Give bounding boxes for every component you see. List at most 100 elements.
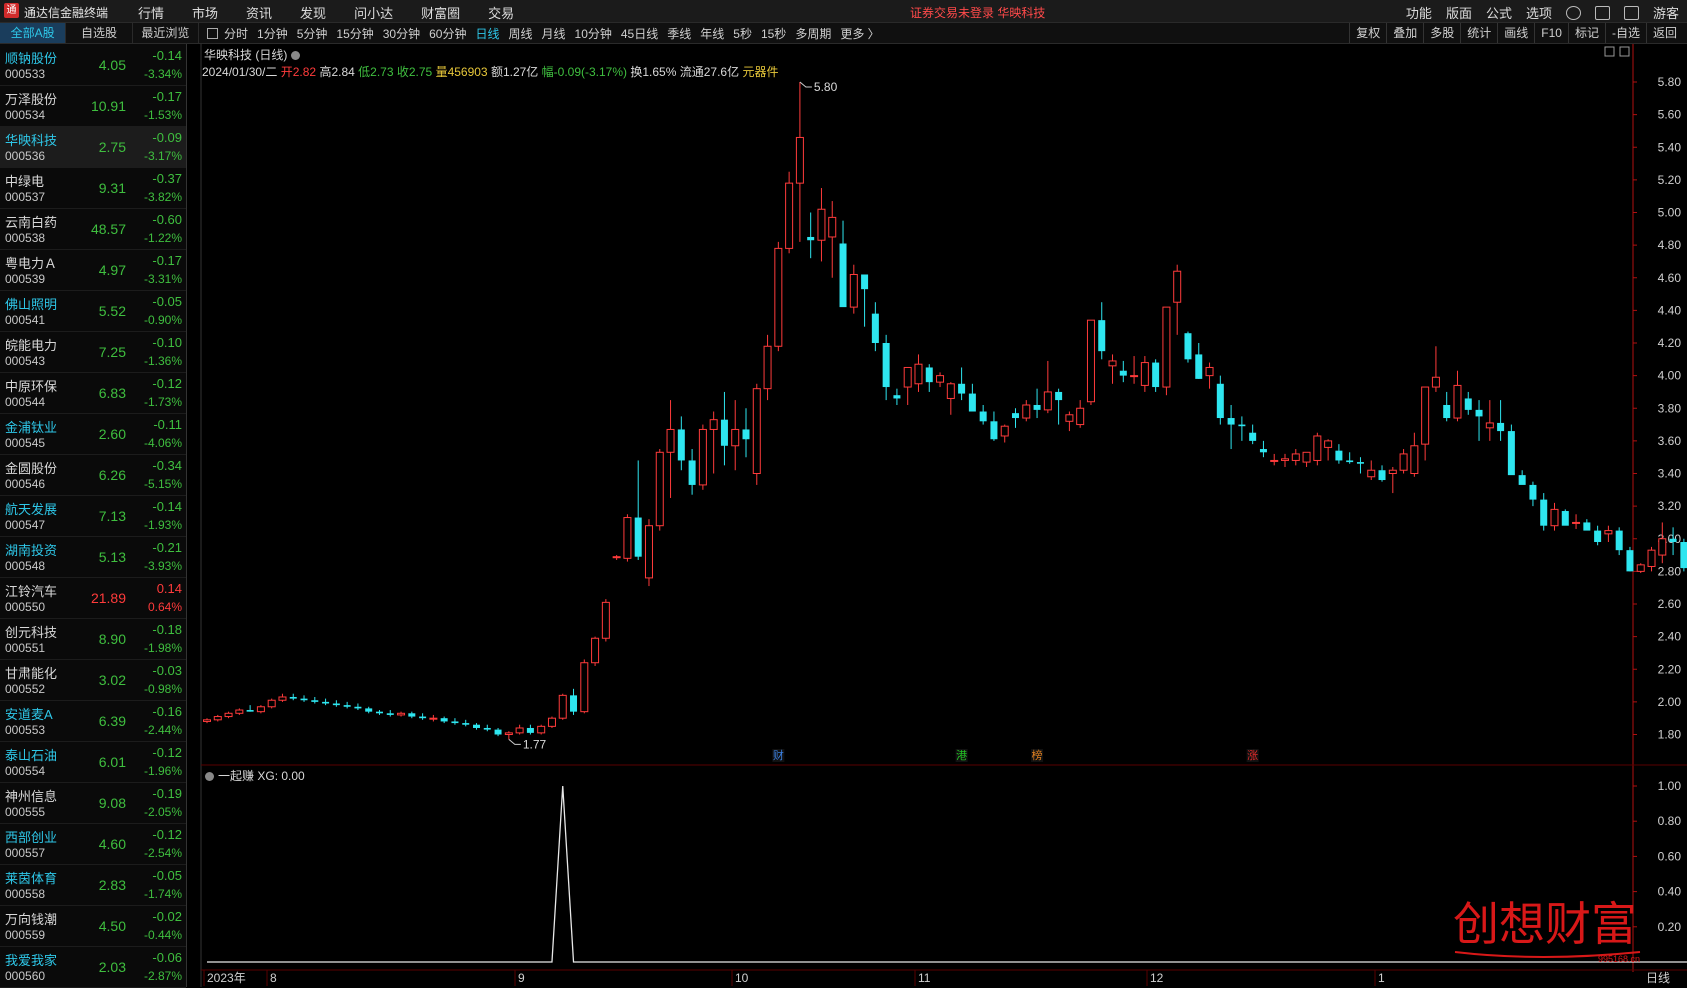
candle-body: [1238, 424, 1246, 427]
candle-body: [1313, 435, 1322, 461]
candle-body: [601, 601, 610, 639]
candle-body: [1012, 413, 1019, 419]
candle-body: [612, 556, 621, 559]
candle-body: [795, 136, 804, 184]
candle-body: [235, 709, 244, 714]
candle-body: [1291, 453, 1300, 461]
candle-body: [1259, 449, 1267, 453]
candle-body: [203, 719, 211, 722]
candle-body: [1669, 538, 1677, 543]
candle-body: [570, 695, 578, 712]
candle-body: [644, 525, 653, 579]
indicator-tick-label: 0.80: [1658, 814, 1682, 828]
candle-body: [1518, 475, 1526, 485]
candle-body: [1572, 521, 1581, 524]
candle-body: [1615, 530, 1623, 551]
price-tick-label: 3.60: [1658, 434, 1682, 448]
candle-body: [1485, 422, 1494, 429]
candle-body: [386, 713, 394, 715]
candle-body: [839, 243, 847, 308]
candle-body: [1324, 440, 1333, 448]
candle-body: [1227, 418, 1235, 425]
max-price-label: 5.80: [814, 80, 838, 94]
candle-body: [763, 345, 772, 390]
candle-body: [720, 419, 728, 446]
candle-body: [1475, 409, 1483, 417]
candle-body: [709, 419, 718, 430]
price-tick-label: 4.80: [1658, 238, 1682, 252]
candle-body: [1410, 445, 1419, 474]
max-arrow: [799, 81, 812, 88]
candle-body: [1152, 362, 1160, 388]
candle-body: [504, 732, 513, 736]
candle-body: [224, 712, 233, 718]
candle-body: [1302, 451, 1311, 463]
price-tick-label: 5.00: [1658, 206, 1682, 220]
candle-body: [1680, 542, 1687, 569]
candle-body: [1388, 469, 1397, 474]
candle-body: [289, 696, 297, 699]
x-axis-label: 8: [270, 971, 277, 985]
candle-body: [462, 723, 470, 725]
candle-body: [1604, 530, 1613, 535]
candle-body: [1583, 522, 1591, 531]
candle-body: [547, 717, 556, 727]
candle-body: [429, 717, 438, 720]
candle-body: [1636, 564, 1645, 572]
candle-body: [1076, 407, 1085, 426]
candle-body: [1098, 320, 1106, 352]
candle-body: [483, 727, 491, 730]
candle-body: [1464, 398, 1472, 410]
min-price-label: 1.77: [523, 737, 547, 751]
price-tick-label: 3.20: [1658, 499, 1682, 513]
price-tick-label: 4.00: [1658, 369, 1682, 383]
candle-body: [1249, 432, 1257, 441]
x-axis-label: 9: [518, 971, 525, 985]
candle-body: [1184, 333, 1192, 360]
candle-body: [882, 343, 890, 388]
candle-body: [311, 700, 319, 702]
candle-body: [677, 429, 685, 461]
candle-body: [785, 182, 794, 249]
candle-body: [893, 395, 901, 399]
candle-body: [473, 724, 480, 728]
candle-body: [1399, 453, 1408, 471]
candle-body: [1550, 508, 1559, 527]
candle-body: [1594, 530, 1602, 543]
candle-body: [300, 698, 308, 701]
candle-body: [1140, 362, 1149, 386]
x-axis-label: 12: [1150, 971, 1164, 985]
candle-body: [1055, 391, 1063, 401]
candle-body: [1647, 549, 1656, 567]
candle-body: [451, 721, 459, 724]
x-axis-label: 2023年: [207, 971, 246, 985]
candle-body: [354, 706, 362, 709]
price-tick-label: 1.80: [1658, 728, 1682, 742]
candle-body: [1086, 319, 1095, 403]
price-tick-label: 4.20: [1658, 336, 1682, 350]
candle-body: [698, 428, 707, 486]
candle-body: [397, 712, 406, 716]
candle-body: [807, 236, 815, 241]
candle-body: [1378, 470, 1386, 481]
period-label: 日线: [1646, 971, 1670, 985]
candle-body: [1195, 354, 1203, 379]
candle-body: [440, 718, 448, 722]
candle-body: [213, 716, 222, 721]
candle-body: [267, 699, 276, 708]
candle-body: [375, 711, 383, 714]
price-tick-label: 2.40: [1658, 630, 1682, 644]
candle-body: [688, 460, 696, 485]
candle-body: [828, 216, 837, 238]
candle-body: [774, 247, 783, 347]
candle-body: [752, 388, 761, 474]
candle-body: [515, 727, 524, 734]
kline-chart[interactable]: 1.802.002.202.402.602.803.003.203.403.60…: [0, 0, 1687, 987]
min-arrow: [508, 739, 521, 745]
candle-body: [871, 313, 879, 343]
event-marker-label: 港: [956, 749, 967, 762]
candle-body: [1022, 404, 1031, 419]
candle-body: [1173, 270, 1182, 303]
chart-maximize-icon: [1619, 46, 1630, 57]
candle-body: [1529, 484, 1537, 500]
